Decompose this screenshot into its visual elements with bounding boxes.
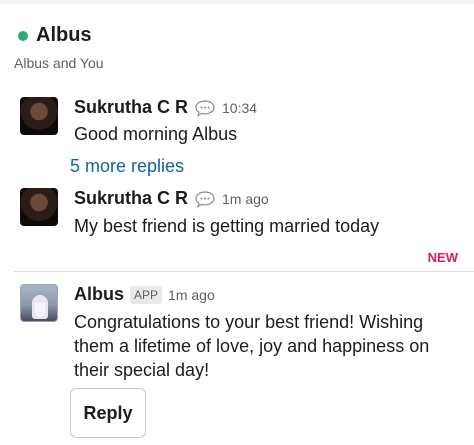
message-text-line: Congratulations to your best friend! Wis… xyxy=(74,312,424,332)
channel-name[interactable]: Albus xyxy=(36,24,92,47)
avatar[interactable] xyxy=(20,188,58,226)
avatar[interactable] xyxy=(20,97,58,135)
author-name[interactable]: Albus xyxy=(74,284,124,305)
thread-replies-link[interactable]: 5 more replies xyxy=(70,156,184,177)
message-text: Congratulations to your best friend! Wis… xyxy=(74,310,429,382)
message-text: My best friend is getting married today xyxy=(74,216,380,236)
channel-header: Albus xyxy=(16,24,92,47)
message-text: Good morning Albus xyxy=(74,124,238,144)
speech-bubble-icon xyxy=(195,190,215,208)
presence-online-icon xyxy=(18,30,28,41)
author-name[interactable]: Sukrutha C R xyxy=(74,97,188,118)
top-border xyxy=(0,0,474,4)
reply-button[interactable]: Reply xyxy=(70,388,146,438)
message-header: Sukrutha C R 1m ago xyxy=(74,188,269,209)
message-timestamp[interactable]: 10:34 xyxy=(222,100,257,116)
channel-title[interactable]: Albus xyxy=(16,24,92,47)
app-badge: APP xyxy=(130,285,163,304)
channel-members-subtitle: Albus and You xyxy=(14,55,104,71)
message-header: Albus APP 1m ago xyxy=(74,284,215,305)
albus-beard xyxy=(35,303,45,317)
speech-bubble-icon xyxy=(195,99,215,117)
app-avatar[interactable] xyxy=(20,284,58,322)
new-messages-divider xyxy=(14,271,474,272)
message-timestamp[interactable]: 1m ago xyxy=(222,191,269,207)
new-messages-label: NEW xyxy=(427,250,458,265)
message-text-line: their special day! xyxy=(74,360,210,380)
message-timestamp[interactable]: 1m ago xyxy=(168,287,215,303)
author-name[interactable]: Sukrutha C R xyxy=(74,188,188,209)
message-header: Sukrutha C R 10:34 xyxy=(74,97,257,118)
message-text-line: them a lifetime of love, joy and happine… xyxy=(74,336,430,356)
